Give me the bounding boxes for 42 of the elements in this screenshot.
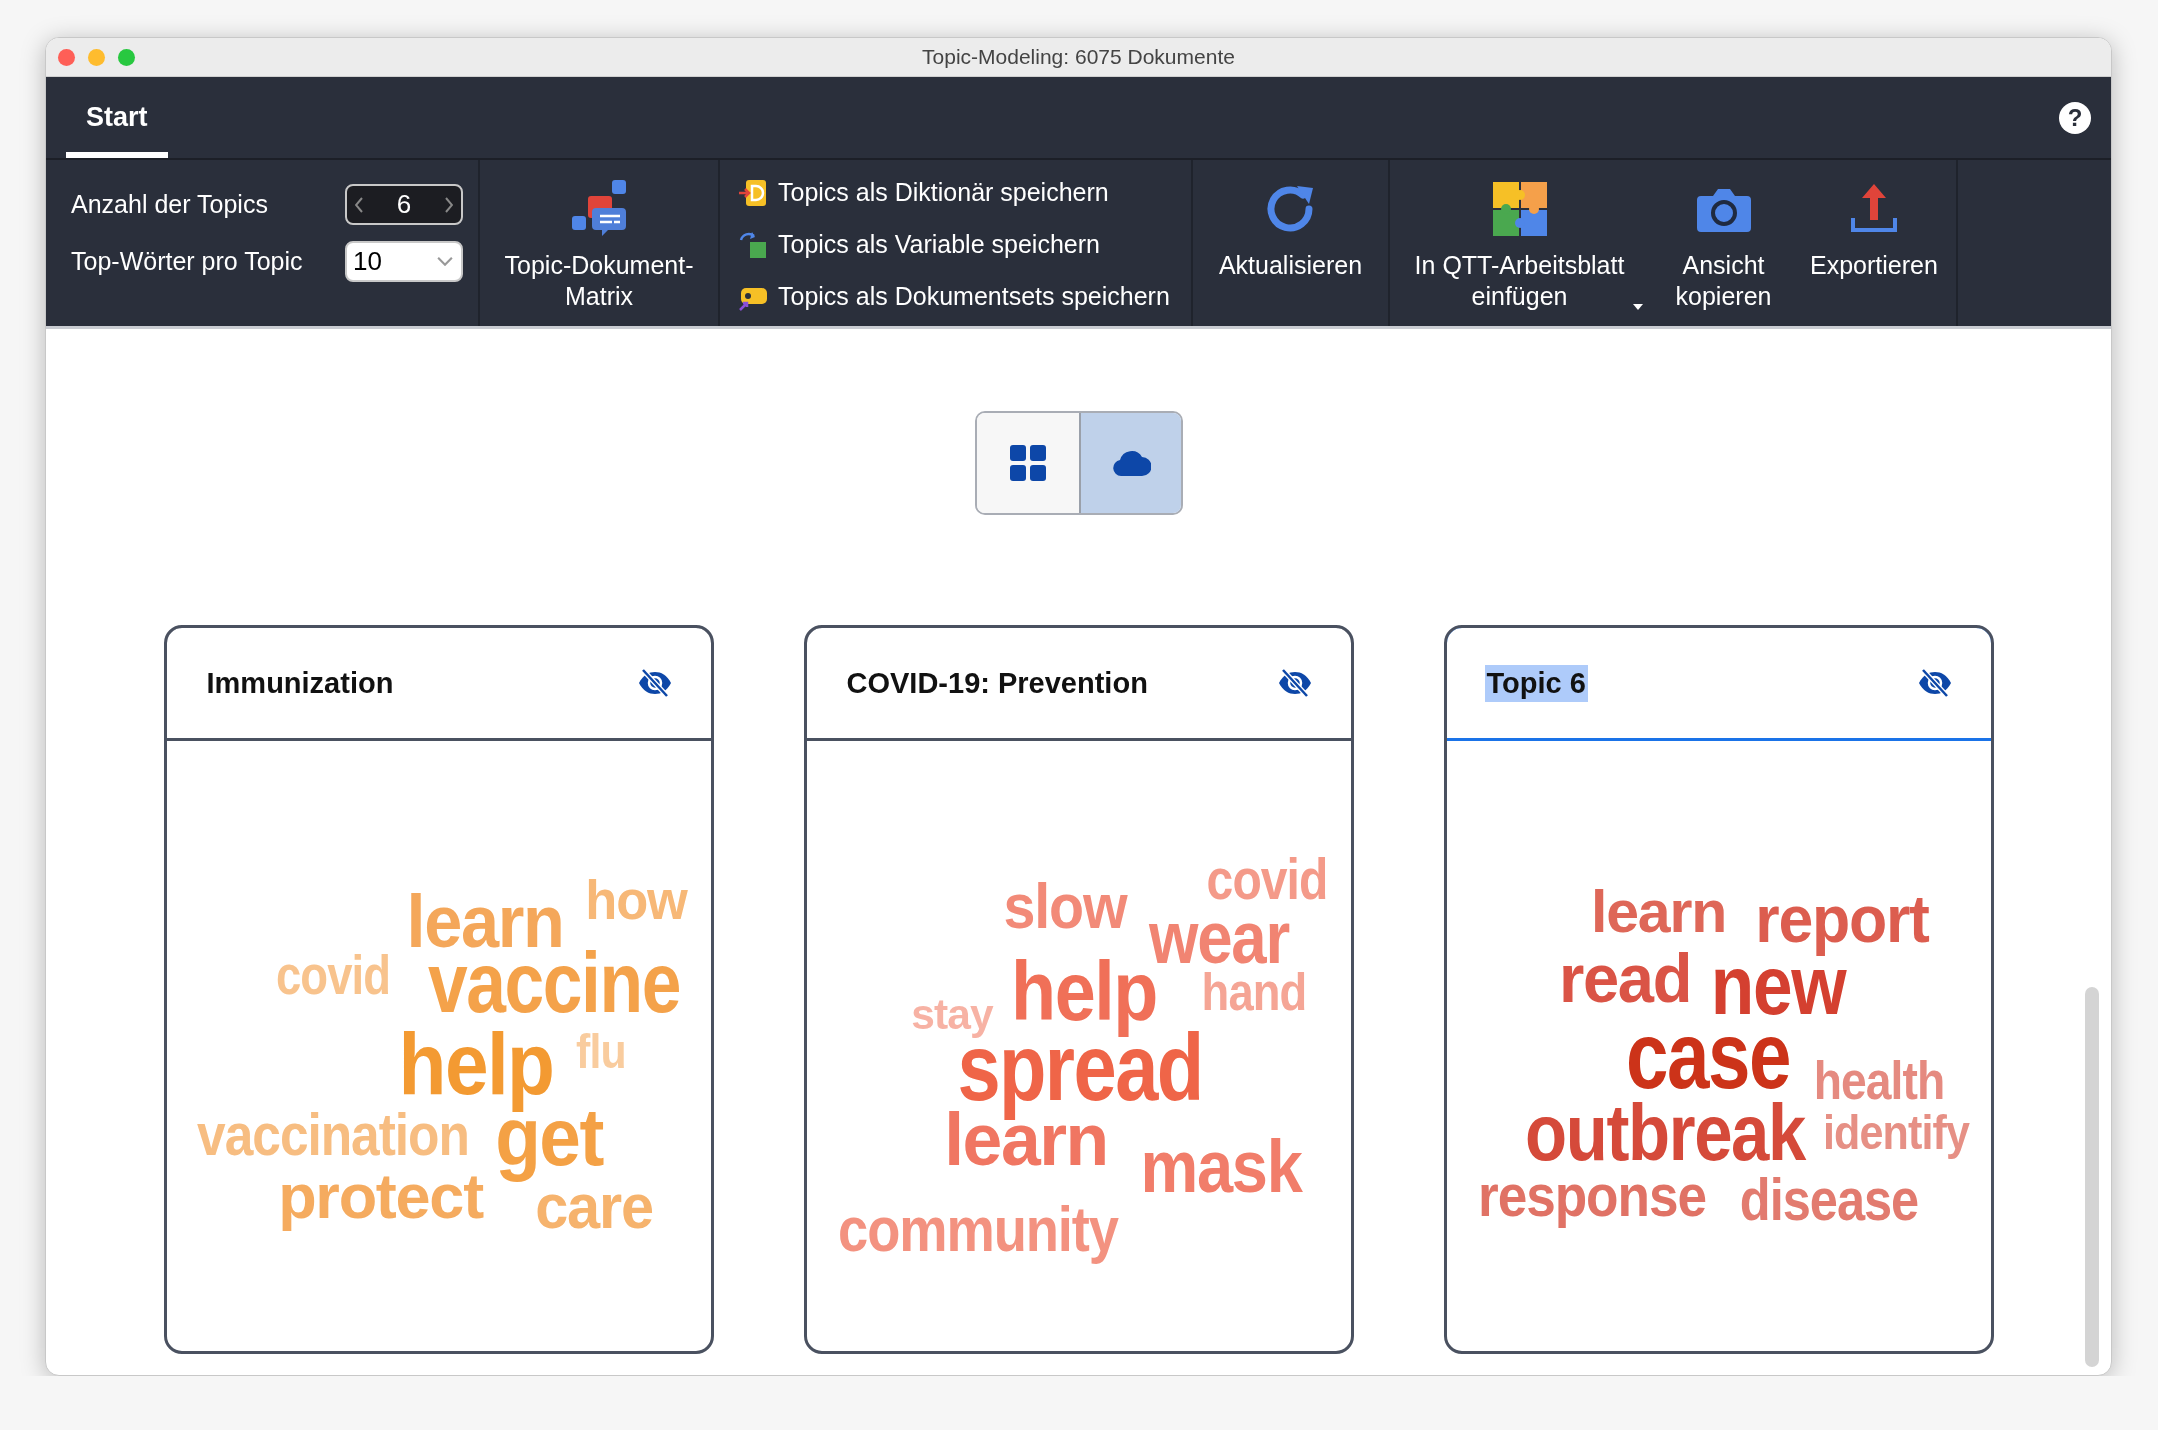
refresh-button[interactable]: Aktualisieren [1206, 160, 1375, 326]
help-button[interactable]: ? [2059, 101, 2091, 134]
cloud-view-button[interactable] [1078, 413, 1181, 513]
hide-button[interactable] [636, 668, 673, 698]
chevron-down-icon [437, 257, 453, 266]
cloud-word: mask [1140, 1123, 1301, 1211]
save-button[interactable]: Topics als Diktionär speichern [738, 170, 1175, 215]
right-chevron-icon [445, 196, 453, 213]
cloud-word: how [584, 868, 687, 934]
number-stepper[interactable]: 6 [345, 184, 463, 225]
window-title: Topic-Modeling: 6075 Dokumente [922, 45, 1235, 69]
eye-slash-icon [1916, 668, 1953, 698]
grid-icon [1007, 443, 1048, 483]
export-button[interactable]: Exportieren [1798, 160, 1950, 326]
scrollbar-thumb[interactable] [2085, 987, 2099, 1367]
card-title: Immunization [205, 665, 395, 701]
cloud-word: disease [1739, 1165, 1918, 1235]
card-title: Topic 6 [1484, 664, 1588, 702]
grid-view-button[interactable] [976, 413, 1079, 513]
hide-button[interactable] [1916, 668, 1953, 698]
dropdown[interactable]: 10 [345, 241, 463, 282]
cloud-word: flu [575, 1023, 626, 1080]
cloud-word: response [1477, 1161, 1706, 1231]
field-label: Anzahl der Topics [71, 190, 268, 219]
eye-slash-icon [636, 668, 673, 698]
cloud-word: hand [1201, 963, 1306, 1023]
close-button[interactable] [58, 48, 75, 66]
field-label: Top-Wörter pro Topic [71, 247, 303, 276]
hide-button[interactable] [1276, 668, 1313, 698]
save-button[interactable]: Topics als Dokumentsets speichern [738, 274, 1175, 319]
cloud-word: care [534, 1171, 653, 1244]
insert-worksheet-button[interactable]: In QTT-Arbeitsblatt einfügen [1390, 160, 1649, 326]
matrix-button[interactable]: Topic-Dokument-Matrix [484, 160, 714, 326]
left-chevron-icon [355, 196, 363, 213]
cloud-word: community [837, 1193, 1118, 1267]
cloud-word: covid [275, 943, 390, 1009]
cloud-word: slow [1003, 870, 1126, 944]
eye-slash-icon [1276, 668, 1313, 698]
card-title: COVID-19: Prevention [845, 665, 1149, 701]
copy-view-button[interactable]: Ansicht kopieren [1649, 160, 1798, 326]
save-button[interactable]: Topics als Variable speichern [738, 222, 1175, 267]
dictionary-icon [738, 177, 768, 208]
